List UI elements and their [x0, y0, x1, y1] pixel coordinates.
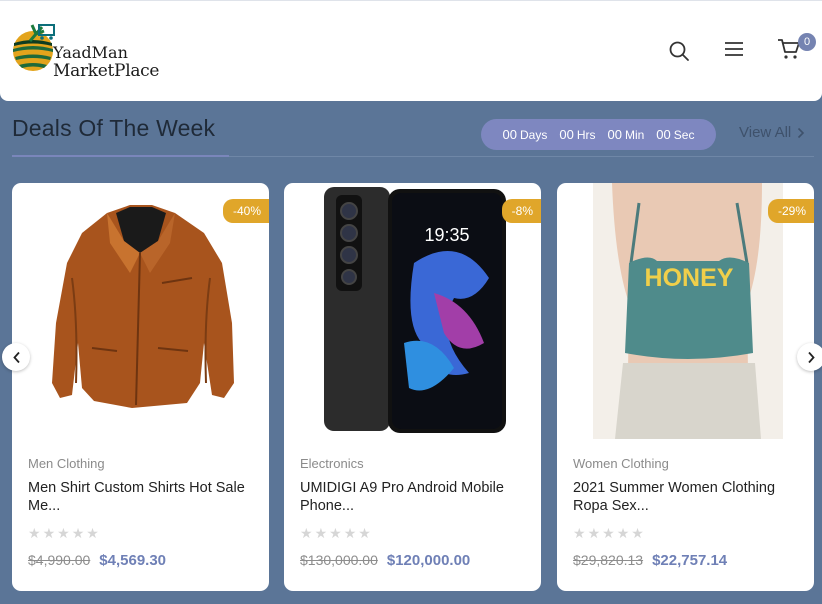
star-icon: ★ [616, 525, 630, 541]
rating-stars: ★ ★ ★ ★ ★ [300, 525, 371, 542]
old-price: $29,820.13 [573, 552, 644, 568]
cart-count-badge: 0 [798, 33, 816, 51]
top-print-text: HONEY [645, 264, 734, 292]
product-name[interactable]: UMIDIGI A9 Pro Android Mobile Phone... [300, 479, 530, 515]
product-card[interactable]: -40% Men Clothing Men Shirt Custom Shirt… [12, 183, 269, 591]
star-icon: ★ [329, 525, 342, 541]
product-category[interactable]: Women Clothing [573, 456, 669, 471]
star-icon: ★ [343, 525, 357, 541]
hamburger-menu-icon[interactable] [722, 37, 746, 61]
brand-name-line2: MarketPlace [53, 61, 160, 81]
product-category[interactable]: Electronics [300, 456, 364, 471]
countdown-timer: 00 Days 00 Hrs 00 Min 00 Sec [481, 119, 716, 150]
sale-price: $4,569.30 [99, 552, 167, 569]
carousel-prev-button[interactable] [2, 343, 30, 371]
product-category[interactable]: Men Clothing [28, 456, 105, 471]
star-icon: ★ [573, 525, 586, 541]
star-icon: ★ [42, 525, 56, 541]
chevron-right-icon [807, 351, 815, 363]
price-row: $4,990.00 $4,569.30 [28, 552, 166, 569]
chevron-right-icon [798, 127, 805, 138]
sale-price: $22,757.14 [652, 552, 728, 569]
section-title: Deals Of The Week [12, 115, 216, 141]
product-name[interactable]: Men Shirt Custom Shirts Hot Sale Me... [28, 479, 258, 515]
search-icon[interactable] [667, 39, 691, 63]
phone-clock-text: 19:35 [424, 225, 469, 245]
countdown-days: 00 Days [502, 127, 548, 142]
star-icon: ★ [314, 525, 328, 541]
star-icon: ★ [86, 525, 99, 541]
brand-logo[interactable]: YaadMan MarketPlace [12, 21, 162, 85]
rating-stars: ★ ★ ★ ★ ★ [28, 525, 99, 542]
smartphone-image: 19:35 [324, 187, 506, 433]
countdown-hours: 00 Hrs [559, 127, 596, 142]
site-header: YaadMan MarketPlace 0 [0, 0, 822, 101]
section-divider [229, 156, 814, 157]
old-price: $130,000.00 [300, 552, 378, 568]
product-image[interactable]: 19:35 [284, 183, 541, 443]
countdown-minutes: 00 Min [607, 127, 645, 142]
star-icon: ★ [587, 525, 601, 541]
star-icon: ★ [28, 525, 41, 541]
countdown-seconds: 00 Sec [656, 127, 695, 142]
product-card[interactable]: HONEY -29% Women Clothing 2021 Summer Wo… [557, 183, 814, 591]
price-row: $29,820.13 $22,757.14 [573, 552, 727, 569]
view-all-link[interactable]: View All [739, 124, 805, 141]
rating-stars: ★ ★ ★ ★ ★ [573, 525, 644, 542]
price-row: $130,000.00 $120,000.00 [300, 552, 470, 569]
star-icon: ★ [631, 525, 644, 541]
carousel-next-button[interactable] [797, 343, 822, 371]
brand-wordmark: YaadMan MarketPlace [53, 43, 159, 81]
discount-badge: -8% [501, 199, 541, 223]
view-all-label: View All [739, 124, 792, 141]
sale-price: $120,000.00 [386, 552, 471, 569]
product-card[interactable]: 19:35 -8% Electronics UMIDIGI A9 Pro And… [284, 183, 541, 591]
page: YaadMan MarketPlace 0 Deals Of The Week … [0, 0, 822, 604]
chevron-left-icon [12, 351, 20, 363]
star-icon: ★ [300, 525, 313, 541]
product-name[interactable]: 2021 Summer Women Clothing Ropa Sex... [573, 479, 803, 515]
old-price: $4,990.00 [28, 552, 91, 568]
star-icon: ★ [602, 525, 615, 541]
star-icon: ★ [71, 525, 85, 541]
discount-badge: -40% [222, 199, 269, 223]
title-underline [12, 155, 229, 157]
star-icon: ★ [57, 525, 70, 541]
discount-badge: -29% [767, 199, 814, 223]
brand-name-line1: YaadMan [53, 43, 128, 62]
star-icon: ★ [358, 525, 371, 541]
